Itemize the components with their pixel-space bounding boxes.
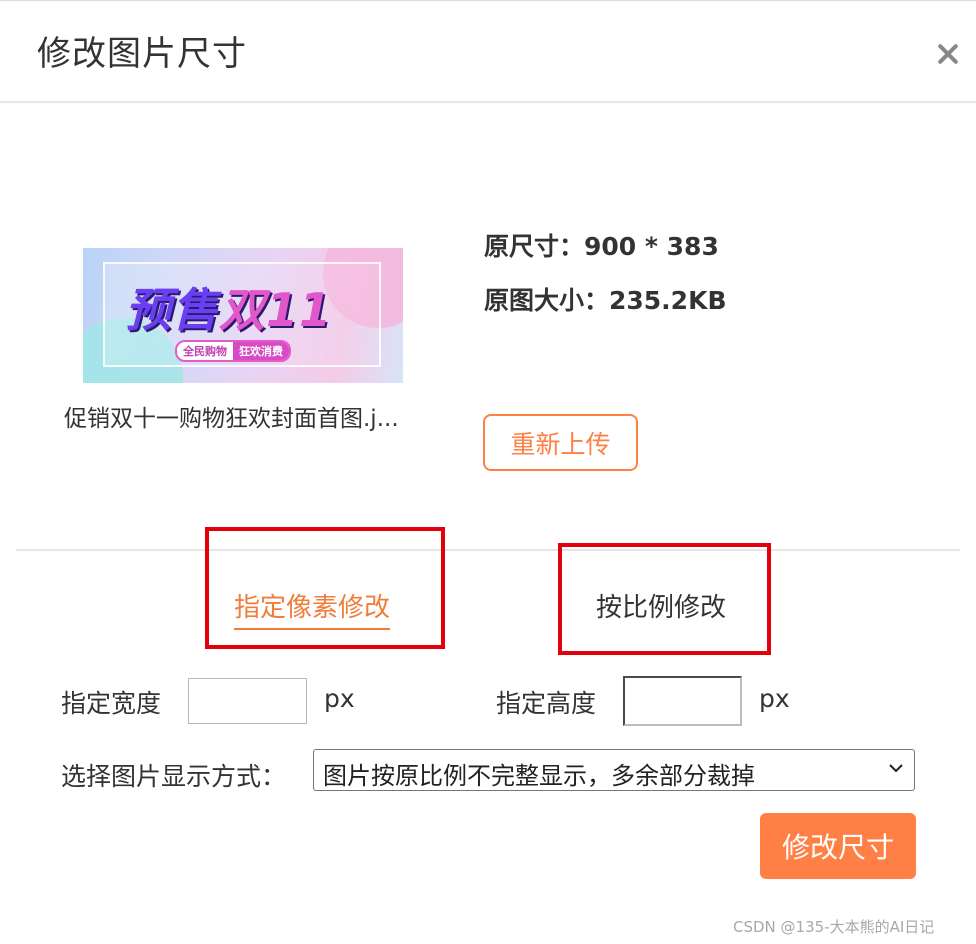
- display-mode-select[interactable]: 图片按原比例不完整显示，多余部分裁掉: [313, 749, 915, 791]
- highlight-box: [558, 543, 771, 655]
- resize-submit-button[interactable]: 修改尺寸: [760, 813, 916, 879]
- chevron-down-icon: [889, 764, 903, 773]
- display-mode-value: 图片按原比例不完整显示，多余部分裁掉: [323, 762, 755, 790]
- thumbnail-tag: 全民购物 狂欢消费: [175, 340, 291, 362]
- height-label: 指定高度: [496, 689, 597, 718]
- height-input[interactable]: [623, 676, 742, 726]
- image-thumbnail: 预售双11 全民购物 狂欢消费: [83, 248, 403, 383]
- highlight-box: [205, 527, 445, 649]
- top-border: [0, 0, 976, 1]
- height-unit: px: [759, 684, 790, 713]
- dialog-title: 修改图片尺寸: [37, 34, 247, 74]
- header-divider: [0, 101, 976, 103]
- display-mode-label: 选择图片显示方式：: [61, 762, 287, 791]
- section-divider: [16, 549, 960, 551]
- image-filename: 促销双十一购物狂欢封面首图.j...: [64, 406, 399, 432]
- close-icon[interactable]: [934, 40, 962, 68]
- thumbnail-headline: 预售双11: [125, 283, 333, 337]
- watermark: CSDN @135-大本熊的AI日记: [733, 918, 935, 936]
- reupload-button[interactable]: 重新上传: [483, 414, 638, 471]
- width-input[interactable]: [188, 678, 307, 724]
- width-unit: px: [324, 684, 355, 713]
- width-label: 指定宽度: [61, 689, 162, 718]
- original-file-size-text: 原图大小：235.2KB: [484, 286, 727, 315]
- original-size-text: 原尺寸：900 * 383: [484, 232, 719, 261]
